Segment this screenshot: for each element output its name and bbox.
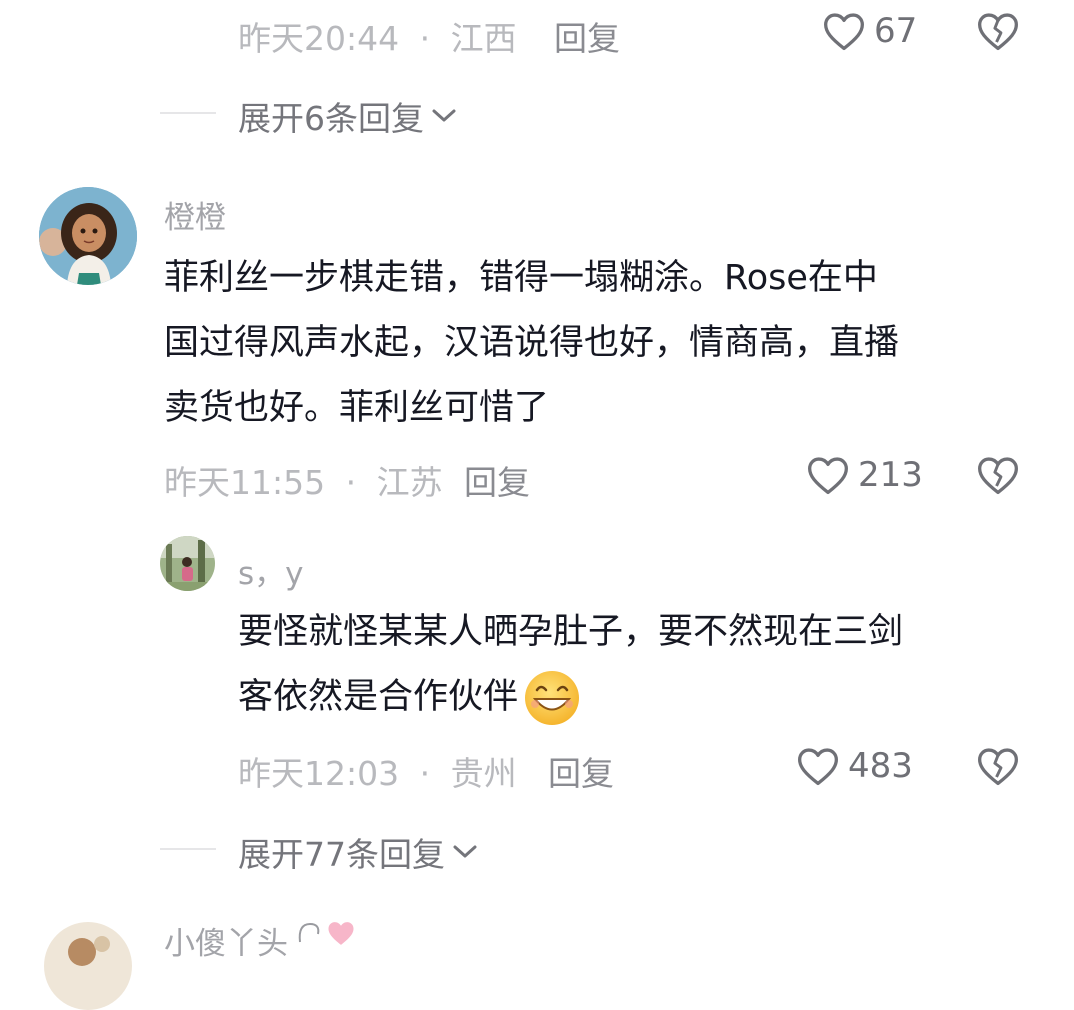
reply-text: 要怪就怪某某人晒孕肚子，要不然现在三剑 客依然是合作伙伴 xyxy=(238,600,1038,730)
curl-icon xyxy=(294,918,324,948)
reply-button[interactable]: 回复 xyxy=(464,456,530,504)
pink-heart-icon xyxy=(326,918,356,948)
avatar[interactable] xyxy=(160,536,215,591)
like-count: 213 xyxy=(858,455,923,495)
like-button[interactable]: 213 xyxy=(806,454,923,496)
comment-time: 昨天20:44 · 江西 xyxy=(238,19,517,58)
chevron-down-icon xyxy=(451,842,479,862)
comment-line: 要怪就怪某某人晒孕肚子，要不然现在三剑 xyxy=(238,612,904,652)
dislike-button[interactable] xyxy=(976,454,1020,496)
comment-line: 卖货也好。菲利丝可惜了 xyxy=(164,388,550,428)
next-comment-username[interactable]: 小傻丫头 xyxy=(164,918,356,963)
comment-line: 国过得风声水起，汉语说得也好，情商高，直播 xyxy=(164,323,900,363)
reply-username[interactable]: s，y xyxy=(238,548,304,593)
like-count: 483 xyxy=(848,746,913,786)
reply-button[interactable]: 回复 xyxy=(548,747,614,795)
comment-time: 昨天11:55 · 江苏 xyxy=(164,463,443,502)
avatar[interactable] xyxy=(39,187,137,285)
like-button[interactable]: 67 xyxy=(822,10,917,52)
comment-text: 菲利丝一步棋走错，错得一塌糊涂。Rose在中 国过得风声水起，汉语说得也好，情商… xyxy=(164,246,1044,441)
heart-icon xyxy=(796,745,840,787)
dislike-button[interactable] xyxy=(976,745,1020,787)
comment-line: 菲利丝一步棋走错，错得一塌糊涂。Rose在中 xyxy=(164,258,878,298)
like-button[interactable]: 483 xyxy=(796,745,913,787)
broken-heart-icon xyxy=(976,10,1020,52)
dislike-button[interactable] xyxy=(976,10,1020,52)
comment-username[interactable]: 橙橙 xyxy=(164,192,226,237)
chevron-down-icon xyxy=(430,106,458,126)
heart-icon xyxy=(806,454,850,496)
divider xyxy=(160,112,216,114)
like-count: 67 xyxy=(874,11,918,51)
broken-heart-icon xyxy=(976,454,1020,496)
comment-line: 客依然是合作伙伴 xyxy=(238,665,1038,730)
broken-heart-icon xyxy=(976,745,1020,787)
grin-emoji-icon xyxy=(522,668,582,728)
reply-time: 昨天12:03 · 贵州 xyxy=(238,754,517,793)
avatar[interactable] xyxy=(44,922,132,1010)
expand-replies-button[interactable]: 展开6条回复 xyxy=(238,92,458,140)
reply-button[interactable]: 回复 xyxy=(554,12,620,60)
heart-icon xyxy=(822,10,866,52)
expand-replies-button[interactable]: 展开77条回复 xyxy=(238,828,479,876)
divider xyxy=(160,848,216,850)
